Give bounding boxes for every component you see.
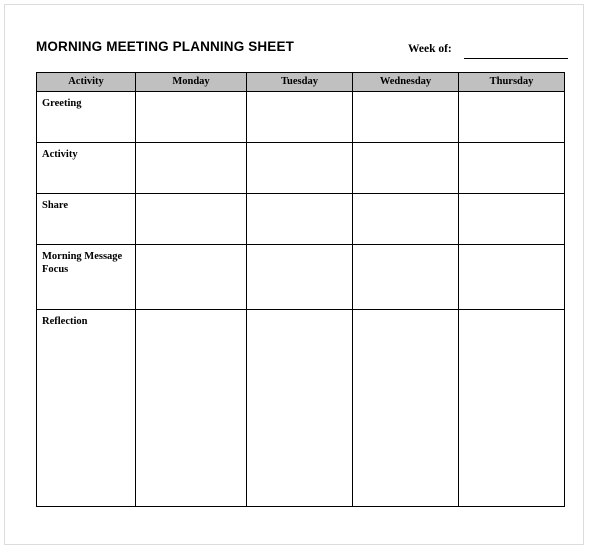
cell-greeting-thursday[interactable] (458, 91, 565, 143)
table-header-row: Activity Monday Tuesday Wednesday Thursd… (36, 72, 565, 92)
cell-activity-wednesday[interactable] (352, 142, 459, 194)
cell-activity-thursday[interactable] (458, 142, 565, 194)
table-row: Greeting (36, 91, 565, 143)
cell-greeting-monday[interactable] (135, 91, 247, 143)
planning-table: Activity Monday Tuesday Wednesday Thursd… (36, 72, 565, 507)
cell-share-monday[interactable] (135, 193, 247, 245)
cell-activity-tuesday[interactable] (246, 142, 353, 194)
cell-morning-message-focus-tuesday[interactable] (246, 244, 353, 310)
document-header: MORNING MEETING PLANNING SHEET Week of: (5, 5, 583, 65)
row-label-share: Share (36, 193, 136, 245)
cell-share-tuesday[interactable] (246, 193, 353, 245)
cell-share-wednesday[interactable] (352, 193, 459, 245)
table-row: Reflection (36, 309, 565, 507)
table-row: Activity (36, 142, 565, 194)
table-row: Morning Message Focus (36, 244, 565, 310)
cell-morning-message-focus-wednesday[interactable] (352, 244, 459, 310)
column-header-wednesday: Wednesday (352, 72, 459, 92)
cell-greeting-tuesday[interactable] (246, 91, 353, 143)
cell-reflection-monday[interactable] (135, 309, 247, 507)
cell-reflection-thursday[interactable] (458, 309, 565, 507)
cell-greeting-wednesday[interactable] (352, 91, 459, 143)
cell-reflection-tuesday[interactable] (246, 309, 353, 507)
week-of-group: Week of: (408, 43, 578, 63)
column-header-monday: Monday (135, 72, 247, 92)
cell-reflection-wednesday[interactable] (352, 309, 459, 507)
table-row: Share (36, 193, 565, 245)
cell-morning-message-focus-monday[interactable] (135, 244, 247, 310)
cell-activity-monday[interactable] (135, 142, 247, 194)
page-title: MORNING MEETING PLANNING SHEET (36, 39, 295, 54)
row-label-greeting: Greeting (36, 91, 136, 143)
column-header-thursday: Thursday (458, 72, 565, 92)
row-label-activity: Activity (36, 142, 136, 194)
row-label-morning-message-focus: Morning Message Focus (36, 244, 136, 310)
week-of-label: Week of: (408, 43, 452, 55)
cell-share-thursday[interactable] (458, 193, 565, 245)
column-header-tuesday: Tuesday (246, 72, 353, 92)
week-of-input-line[interactable] (464, 58, 568, 59)
document-page: MORNING MEETING PLANNING SHEET Week of: … (4, 4, 584, 545)
column-header-activity: Activity (36, 72, 136, 92)
cell-morning-message-focus-thursday[interactable] (458, 244, 565, 310)
row-label-reflection: Reflection (36, 309, 136, 507)
